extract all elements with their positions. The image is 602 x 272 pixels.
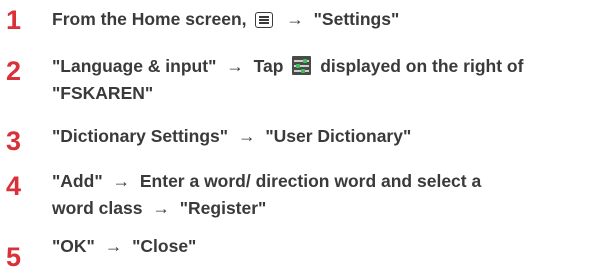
step-4: 4 "Add" → Enter a word/ direction word a… bbox=[0, 168, 602, 224]
step-number: 4 bbox=[6, 171, 22, 201]
step-4-line-2-end: "Register" bbox=[179, 198, 267, 218]
arrow-icon: → bbox=[152, 198, 170, 218]
step-number: 5 bbox=[6, 242, 22, 272]
step-3-text-1: "Dictionary Settings" bbox=[52, 126, 229, 146]
settings-sliders-icon bbox=[292, 56, 312, 75]
menu-icon bbox=[255, 12, 274, 28]
step-5-text-1: "OK" bbox=[52, 236, 95, 256]
arrow-icon: → bbox=[104, 236, 123, 256]
step-number: 1 bbox=[6, 5, 22, 35]
step-text: "Dictionary Settings" → "User Dictionary… bbox=[52, 123, 600, 150]
step-number: 2 bbox=[6, 56, 22, 86]
arrow-icon: → bbox=[112, 171, 131, 191]
step-1-text-after: "Settings" bbox=[313, 9, 400, 29]
step-5-text-2: "Close" bbox=[132, 236, 197, 256]
step-2-text-2: Tap bbox=[253, 56, 284, 76]
step-4-text-2: Enter a word/ direction word and select … bbox=[139, 171, 482, 191]
step-2-text-3: displayed on the right of bbox=[320, 56, 524, 76]
step-2-line-2: "FSKAREN" bbox=[52, 83, 154, 103]
step-3: 3 "Dictionary Settings" → "User Dictiona… bbox=[0, 123, 602, 155]
step-4-line-1: "Add" → Enter a word/ direction word and… bbox=[52, 168, 600, 195]
arrow-icon: → bbox=[286, 9, 304, 29]
step-1-text-before: From the Home screen, bbox=[52, 9, 247, 29]
arrow-icon: → bbox=[237, 126, 256, 146]
step-text: From the Home screen, → "Settings" bbox=[52, 6, 600, 33]
step-4-line-2-text: word class bbox=[52, 198, 143, 218]
step-3-text-2: "User Dictionary" bbox=[265, 126, 412, 146]
step-text: "Add" → Enter a word/ direction word and… bbox=[52, 168, 600, 222]
step-4-text-1: "Add" bbox=[52, 171, 103, 191]
instruction-steps: 1 From the Home screen, → "Settings" 2 "… bbox=[0, 0, 602, 271]
step-1: 1 From the Home screen, → "Settings" bbox=[0, 6, 602, 34]
step-text: "OK" → "Close" bbox=[52, 233, 600, 260]
step-number: 3 bbox=[6, 126, 22, 156]
step-5: 5 "OK" → "Close" bbox=[0, 233, 602, 271]
step-2: 2 "Language & input" → Tap displayed on … bbox=[0, 53, 602, 109]
step-2-line-1: "Language & input" → Tap displayed on th… bbox=[52, 53, 600, 80]
step-4-line-2: word class → "Register" bbox=[52, 195, 600, 222]
arrow-icon: → bbox=[226, 56, 244, 76]
step-2-text-1: "Language & input" bbox=[52, 56, 217, 76]
step-text: "Language & input" → Tap displayed on th… bbox=[52, 53, 600, 107]
